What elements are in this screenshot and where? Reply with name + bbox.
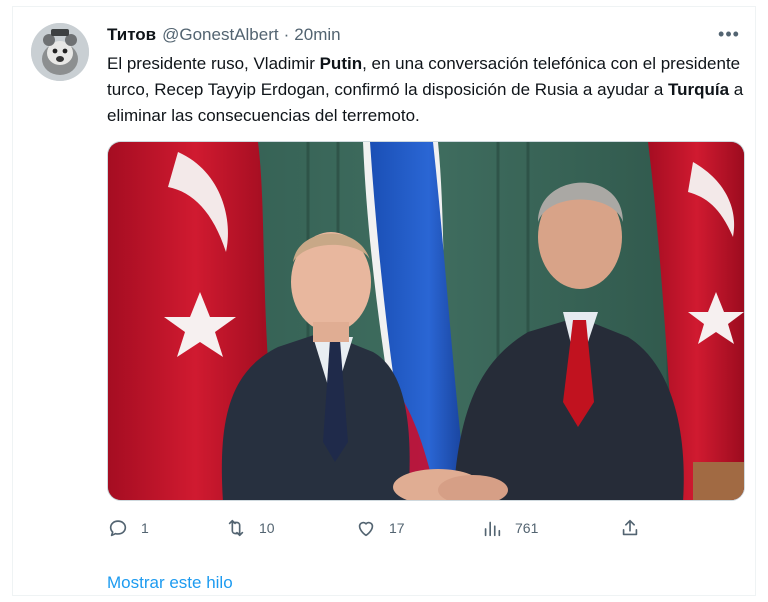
like-count: 17 xyxy=(389,520,405,536)
tweet-text-part: El presidente ruso, Vladimir xyxy=(107,54,320,73)
photo-illustration xyxy=(108,142,744,500)
reply-count: 1 xyxy=(141,520,149,536)
avatar-image xyxy=(31,23,89,81)
more-icon[interactable]: ••• xyxy=(715,23,743,45)
tweet-header: Титов @GonestAlbert · 20min xyxy=(107,23,731,47)
show-thread-link[interactable]: Mostrar este hilo xyxy=(107,573,233,593)
like-icon xyxy=(358,521,374,537)
share-button[interactable] xyxy=(619,513,641,543)
views-button[interactable]: 761 xyxy=(481,513,538,543)
avatar[interactable] xyxy=(31,23,89,81)
action-bar: 1 10 17 761 xyxy=(107,513,667,543)
views-count: 761 xyxy=(515,520,539,536)
views-icon xyxy=(484,521,501,537)
mention-putin: Putin xyxy=(319,54,363,73)
tweet-text: El presidente ruso, Vladimir Putin, en u… xyxy=(107,51,747,129)
timestamp[interactable]: 20min xyxy=(294,25,340,45)
retweet-count: 10 xyxy=(259,520,275,536)
separator-dot: · xyxy=(283,25,290,44)
tweet-photo[interactable] xyxy=(107,141,745,501)
author-handle[interactable]: @GonestAlbert xyxy=(162,25,278,45)
retweet-button[interactable]: 10 xyxy=(225,513,275,543)
author-name[interactable]: Титов xyxy=(107,25,156,45)
retweet-icon xyxy=(228,519,244,537)
like-button[interactable]: 17 xyxy=(355,513,405,543)
mention-turquia: Turquía xyxy=(668,80,730,99)
tweet-card[interactable]: Титов @GonestAlbert · 20min ••• El presi… xyxy=(12,6,756,596)
reply-button[interactable]: 1 xyxy=(107,513,149,543)
share-icon xyxy=(622,519,638,536)
reply-icon xyxy=(109,520,127,537)
